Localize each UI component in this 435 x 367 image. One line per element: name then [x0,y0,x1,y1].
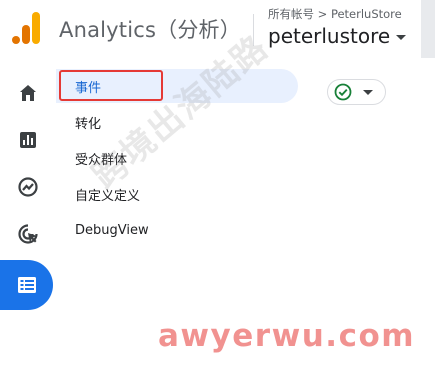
subnav-item-debugview[interactable]: DebugView [56,213,298,247]
rail-explore-button[interactable] [6,167,50,207]
subnav-item-label: 自定义定义 [75,188,141,204]
subnav-item-custom-definitions[interactable]: 自定义定义 [56,177,298,211]
subnav-item-label: DebugView [75,222,149,238]
property-name: peterlustore [268,24,391,48]
advertising-icon [18,224,38,244]
reports-icon [20,132,36,148]
check-circle-icon [334,83,352,101]
property-selector[interactable]: peterlustore [268,24,407,48]
configure-subnav: 事件 转化 受众群体 自定义定义 DebugView [56,58,306,367]
app-title: Analytics（分析） [59,18,241,42]
top-header: Analytics（分析） 所有帐号 > PeterluStore peterl… [0,0,435,58]
subnav-item-conversions[interactable]: 转化 [56,105,298,139]
status-dropdown[interactable] [327,79,386,105]
account-breadcrumb[interactable]: 所有帐号 > PeterluStore [268,6,402,22]
header-divider [253,14,254,46]
subnav-item-label: 事件 [75,80,102,96]
configure-icon [17,277,36,293]
analytics-logo-icon[interactable] [12,12,40,44]
explore-icon [18,177,38,197]
subnav-item-events[interactable]: 事件 [56,69,298,103]
header-search-edge[interactable] [421,0,435,58]
caret-down-icon [396,35,407,40]
caret-down-icon [363,89,373,95]
rail-configure-button[interactable] [0,260,53,310]
rail-reports-button[interactable] [6,120,50,160]
left-rail [0,58,56,367]
rail-advertising-button[interactable] [6,214,50,254]
subnav-item-label: 转化 [75,116,102,132]
home-icon [20,85,36,101]
subnav-item-label: 受众群体 [75,152,128,168]
subnav-item-audiences[interactable]: 受众群体 [56,141,298,175]
rail-home-button[interactable] [6,73,50,113]
